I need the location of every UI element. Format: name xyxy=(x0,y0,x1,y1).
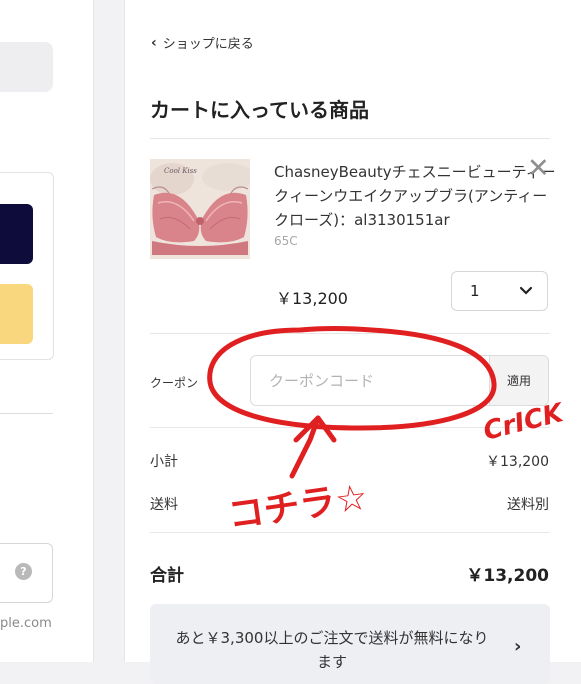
subtotal-label: 小計 xyxy=(150,454,178,470)
left-panel: ? ple.com xyxy=(0,0,94,662)
free-shipping-notice-text: あと￥3,300以上のご注文で送料が無料になります xyxy=(175,629,489,671)
total-value: ￥13,200 xyxy=(466,566,549,586)
shipping-value: 送料別 xyxy=(507,497,549,513)
divider xyxy=(150,138,550,139)
chevron-right-icon: › xyxy=(514,636,522,657)
quantity-select[interactable]: 1 xyxy=(451,271,548,311)
left-panel-divider xyxy=(0,413,53,414)
thumbnail-logo: Cool Kiss xyxy=(164,167,197,175)
chevron-down-icon xyxy=(519,286,533,295)
quantity-value: 1 xyxy=(470,282,480,300)
left-panel-yellow-button[interactable] xyxy=(0,284,33,344)
coupon-code-input[interactable] xyxy=(250,355,490,406)
page-title: カートに入っている商品 xyxy=(150,98,369,122)
left-panel-dark-button[interactable] xyxy=(0,204,33,264)
shipping-label: 送料 xyxy=(150,497,178,513)
left-panel-field[interactable] xyxy=(0,42,53,92)
coupon-label: クーポン xyxy=(150,376,199,390)
chevron-left-icon: ‹ xyxy=(151,34,157,51)
item-price: ￥13,200 xyxy=(276,289,348,308)
product-image: Cool Kiss xyxy=(150,159,250,259)
cart-panel: ‹ ショップに戻る カートに入っている商品 Cool Kiss ChasneyB… xyxy=(124,0,581,684)
divider xyxy=(150,427,550,428)
back-to-shop-label: ショップに戻る xyxy=(162,37,254,52)
subtotal-value: ￥13,200 xyxy=(486,454,549,470)
remove-item-close-icon[interactable]: ✕ xyxy=(527,155,550,182)
coupon-apply-button[interactable]: 適用 xyxy=(489,355,549,406)
total-label: 合計 xyxy=(150,566,184,586)
divider xyxy=(150,532,550,533)
help-icon[interactable]: ? xyxy=(15,563,32,580)
left-panel-domain-text: ple.com xyxy=(0,616,52,631)
product-name[interactable]: ChasneyBeautyチェスニービューティークィーンウエイクアップブラ(アン… xyxy=(274,160,556,232)
divider xyxy=(150,333,550,334)
back-to-shop-link[interactable]: ‹ ショップに戻る xyxy=(151,33,254,53)
product-thumbnail[interactable]: Cool Kiss xyxy=(150,159,250,259)
product-variant: 65C xyxy=(274,234,298,248)
free-shipping-notice[interactable]: あと￥3,300以上のご注文で送料が無料になります xyxy=(150,604,550,684)
